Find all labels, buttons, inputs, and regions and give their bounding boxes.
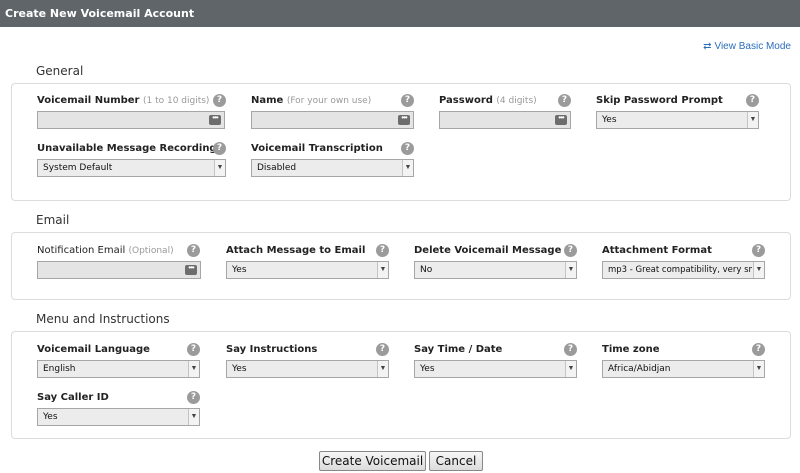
field-voicemail-transcription: Voicemail Transcription ? Disabled ▼: [251, 142, 417, 179]
skip-password-prompt-select[interactable]: Yes ▼: [596, 111, 759, 129]
help-icon[interactable]: ?: [558, 94, 571, 107]
help-icon[interactable]: ?: [187, 343, 200, 356]
chevron-down-icon: ▼: [753, 262, 764, 278]
name-input[interactable]: •••: [251, 111, 414, 129]
notification-email-input[interactable]: •••: [37, 261, 201, 279]
voicemail-number-label: Voicemail Number (1 to 10 digits): [37, 95, 210, 106]
help-icon[interactable]: ?: [564, 343, 577, 356]
help-icon[interactable]: ?: [401, 94, 414, 107]
time-zone-select[interactable]: Africa/Abidjan ▼: [602, 360, 765, 378]
voicemail-transcription-label: Voicemail Transcription: [251, 143, 383, 154]
skip-password-prompt-label: Skip Password Prompt: [596, 95, 723, 106]
say-caller-id-select[interactable]: Yes ▼: [37, 408, 200, 426]
cancel-button[interactable]: Cancel: [429, 451, 483, 471]
window-title: Create New Voicemail Account: [5, 7, 195, 20]
chevron-down-icon: ▼: [402, 160, 413, 176]
field-name: Name (For your own use) ? •••: [251, 94, 417, 131]
field-password: Password (4 digits) ? •••: [439, 94, 574, 131]
view-basic-mode-label: View Basic Mode: [714, 41, 791, 52]
attach-message-label: Attach Message to Email: [226, 245, 366, 256]
attachment-format-label: Attachment Format: [602, 245, 712, 256]
say-instructions-select[interactable]: Yes ▼: [226, 360, 389, 378]
chevron-down-icon: ▼: [565, 262, 576, 278]
field-voicemail-number: Voicemail Number (1 to 10 digits) ? •••: [37, 94, 227, 131]
password-label: Password (4 digits): [439, 95, 537, 106]
voicemail-number-input[interactable]: •••: [37, 111, 225, 129]
section-title-general: General: [36, 64, 84, 78]
delete-voicemail-select[interactable]: No ▼: [414, 261, 577, 279]
help-icon[interactable]: ?: [376, 244, 389, 257]
chevron-down-icon: ▼: [214, 160, 225, 176]
swap-arrows-icon: ⇄: [703, 41, 712, 52]
field-say-time-date: Say Time / Date ? Yes ▼: [414, 343, 580, 380]
create-voicemail-button[interactable]: Create Voicemail: [319, 451, 426, 471]
field-skip-password-prompt: Skip Password Prompt ? Yes ▼: [596, 94, 762, 131]
help-icon[interactable]: ?: [746, 94, 759, 107]
section-title-email: Email: [36, 213, 70, 227]
time-zone-label: Time zone: [602, 344, 660, 355]
chevron-down-icon: ▼: [565, 361, 576, 377]
voicemail-transcription-select[interactable]: Disabled ▼: [251, 159, 414, 177]
section-title-menu: Menu and Instructions: [36, 312, 170, 326]
voicemail-language-label: Voicemail Language: [37, 344, 150, 355]
keypad-icon[interactable]: •••: [398, 114, 410, 125]
help-icon[interactable]: ?: [752, 343, 765, 356]
say-instructions-label: Say Instructions: [226, 344, 318, 355]
help-icon[interactable]: ?: [752, 244, 765, 257]
chevron-down-icon: ▼: [753, 361, 764, 377]
field-delete-voicemail: Delete Voicemail Message ? No ▼: [414, 244, 580, 281]
attach-message-select[interactable]: Yes ▼: [226, 261, 389, 279]
voicemail-language-select[interactable]: English ▼: [37, 360, 200, 378]
chevron-down-icon: ▼: [747, 112, 758, 128]
say-caller-id-label: Say Caller ID: [37, 392, 109, 403]
field-say-caller-id: Say Caller ID ? Yes ▼: [37, 391, 203, 428]
field-say-instructions: Say Instructions ? Yes ▼: [226, 343, 392, 380]
unavailable-message-recording-select[interactable]: System Default ▼: [37, 159, 226, 177]
help-icon[interactable]: ?: [187, 244, 200, 257]
chevron-down-icon: ▼: [188, 409, 199, 425]
notification-email-label: Notification Email (Optional): [37, 245, 174, 256]
field-unavailable-message-recording: Unavailable Message Recording ? System D…: [37, 142, 229, 179]
help-icon[interactable]: ?: [187, 391, 200, 404]
field-attach-message: Attach Message to Email ? Yes ▼: [226, 244, 392, 281]
keypad-icon[interactable]: •••: [209, 114, 221, 125]
help-icon[interactable]: ?: [213, 94, 226, 107]
window-titlebar: Create New Voicemail Account: [0, 0, 800, 27]
say-time-date-select[interactable]: Yes ▼: [414, 360, 577, 378]
delete-voicemail-label: Delete Voicemail Message: [414, 245, 562, 256]
field-voicemail-language: Voicemail Language ? English ▼: [37, 343, 203, 380]
keypad-icon[interactable]: •••: [555, 114, 567, 125]
field-notification-email: Notification Email (Optional) ? •••: [37, 244, 203, 281]
field-attachment-format: Attachment Format ? mp3 - Great compatib…: [602, 244, 768, 281]
name-label: Name (For your own use): [251, 95, 372, 106]
field-time-zone: Time zone ? Africa/Abidjan ▼: [602, 343, 768, 380]
help-icon[interactable]: ?: [376, 343, 389, 356]
help-icon[interactable]: ?: [564, 244, 577, 257]
say-time-date-label: Say Time / Date: [414, 344, 503, 355]
password-input[interactable]: •••: [439, 111, 571, 129]
attachment-format-select[interactable]: mp3 - Great compatibility, very small ▼: [602, 261, 765, 279]
help-icon[interactable]: ?: [401, 142, 414, 155]
help-icon[interactable]: ?: [213, 142, 226, 155]
chevron-down-icon: ▼: [377, 262, 388, 278]
keypad-icon[interactable]: •••: [185, 264, 197, 275]
chevron-down-icon: ▼: [377, 361, 388, 377]
view-basic-mode-link[interactable]: ⇄ View Basic Mode: [703, 41, 791, 52]
unavailable-message-recording-label: Unavailable Message Recording: [37, 143, 217, 154]
chevron-down-icon: ▼: [188, 361, 199, 377]
